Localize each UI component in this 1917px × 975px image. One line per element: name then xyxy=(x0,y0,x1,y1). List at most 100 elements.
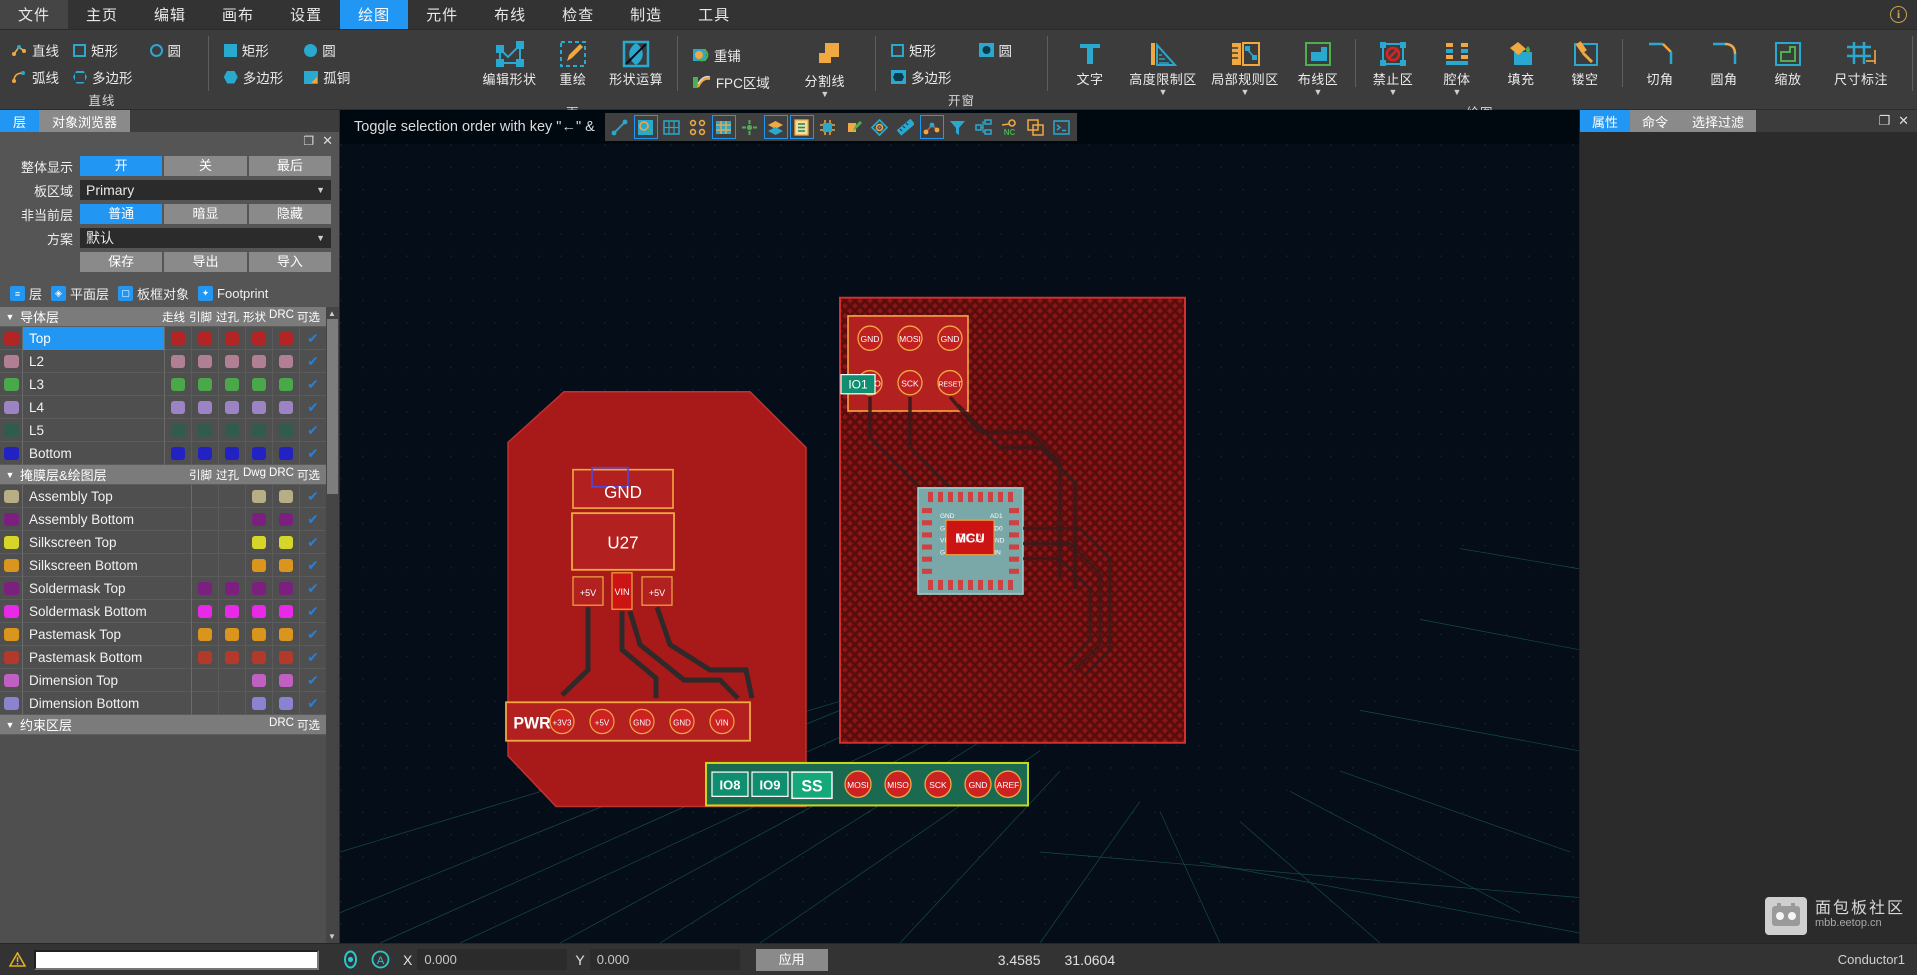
layer-visibility-cell[interactable] xyxy=(219,396,246,419)
layer-visibility-cell[interactable] xyxy=(192,327,219,350)
layer-row[interactable]: Bottom✔ xyxy=(0,442,326,465)
tool-redraw[interactable]: 重绘 xyxy=(542,33,603,105)
grid-icon[interactable] xyxy=(660,115,684,139)
nonactive-dim-button[interactable]: 暗显 xyxy=(164,204,246,224)
layer-color-swatch[interactable] xyxy=(0,355,22,368)
tool-hollow[interactable]: 镂空 xyxy=(1553,33,1617,105)
zoom-select-icon[interactable] xyxy=(634,115,658,139)
layer-selectable-checkbox[interactable]: ✔ xyxy=(300,445,326,462)
panel-close-icon[interactable]: ✕ xyxy=(322,133,333,149)
tool-shape-boolean[interactable]: 形状运算 xyxy=(606,33,667,105)
layer-group-header[interactable]: ▼约束区层DRC可选 xyxy=(0,715,326,735)
layer-tab-board-outline[interactable]: ▢ 板框对象 xyxy=(118,284,195,303)
menu-settings[interactable]: 设置 xyxy=(272,0,340,29)
layer-visibility-cell[interactable] xyxy=(219,442,246,465)
layer-selectable-checkbox[interactable]: ✔ xyxy=(300,376,326,393)
menu-routing[interactable]: 布线 xyxy=(476,0,544,29)
layer-visibility-cell[interactable] xyxy=(273,327,300,350)
tool-fill[interactable]: 填充 xyxy=(1489,33,1553,105)
layer-visibility-cell[interactable] xyxy=(273,669,300,692)
layer-selectable-checkbox[interactable]: ✔ xyxy=(300,557,326,574)
local-rule-caret-icon[interactable]: ▼ xyxy=(1241,88,1250,96)
tool-text[interactable]: 文字 xyxy=(1058,33,1122,105)
layer-color-swatch[interactable] xyxy=(0,628,22,641)
menu-canvas[interactable]: 画布 xyxy=(204,0,272,29)
layer-row[interactable]: Silkscreen Top✔ xyxy=(0,531,326,554)
group-collapse-icon[interactable]: ▼ xyxy=(0,720,20,730)
y-value-field[interactable]: 0.000 xyxy=(590,949,740,970)
layer-selectable-checkbox[interactable]: ✔ xyxy=(300,330,326,347)
tool-fillet[interactable]: 圆角 xyxy=(1692,33,1756,105)
layer-name[interactable]: Silkscreen Top xyxy=(22,531,192,554)
no-connect-icon[interactable]: NC xyxy=(998,115,1022,139)
layer-name[interactable]: L3 xyxy=(22,373,165,396)
layer-color-swatch[interactable] xyxy=(0,582,22,595)
layer-name[interactable]: L2 xyxy=(22,350,165,373)
scrollbar-thumb[interactable] xyxy=(327,319,338,494)
tool-window-circle[interactable]: 圆 xyxy=(974,38,1020,62)
layer-visibility-cell[interactable] xyxy=(219,600,246,623)
layer-visibility-cell[interactable] xyxy=(219,350,246,373)
layer-visibility-cell[interactable] xyxy=(246,531,273,554)
layer-visibility-cell[interactable] xyxy=(192,419,219,442)
layer-color-swatch[interactable] xyxy=(0,697,22,710)
layer-visibility-cell[interactable] xyxy=(192,692,219,715)
layer-visibility-cell[interactable] xyxy=(273,396,300,419)
layer-visibility-cell[interactable] xyxy=(246,485,273,508)
layer-visibility-cell[interactable] xyxy=(165,442,192,465)
split-line-caret-icon[interactable]: ▼ xyxy=(820,90,829,98)
target-icon[interactable] xyxy=(335,950,365,969)
layer-tab-footprint[interactable]: ✦ Footprint xyxy=(198,286,274,301)
layer-visibility-cell[interactable] xyxy=(246,508,273,531)
import-button[interactable]: 导入 xyxy=(249,252,331,272)
layer-visibility-cell[interactable] xyxy=(192,623,219,646)
tool-cavity[interactable]: 腔体 ▼ xyxy=(1425,33,1489,105)
layer-visibility-cell[interactable] xyxy=(219,508,246,531)
pcb-canvas[interactable]: GND U27 +5V VIN +5V xyxy=(340,144,1579,943)
layer-visibility-cell[interactable] xyxy=(246,577,273,600)
layer-visibility-cell[interactable] xyxy=(273,692,300,715)
layer-group-header[interactable]: ▼导体层走线引脚过孔形状DRC可选 xyxy=(0,307,326,327)
layer-group-header[interactable]: ▼掩膜层&绘图层引脚过孔DwgDRC可选 xyxy=(0,465,326,485)
layer-row[interactable]: Soldermask Bottom✔ xyxy=(0,600,326,623)
layer-row[interactable]: Dimension Top✔ xyxy=(0,669,326,692)
layer-visibility-cell[interactable] xyxy=(219,531,246,554)
scroll-up-icon[interactable]: ▲ xyxy=(328,309,336,318)
layer-selectable-checkbox[interactable]: ✔ xyxy=(300,672,326,689)
tool-line[interactable]: 直线 xyxy=(6,38,66,62)
layer-name[interactable]: Dimension Bottom xyxy=(22,692,192,715)
snap-icon[interactable] xyxy=(738,115,762,139)
layer-visibility-cell[interactable] xyxy=(273,577,300,600)
layer-row[interactable]: Soldermask Top✔ xyxy=(0,577,326,600)
tool-polygon-outline[interactable]: 多边形 xyxy=(68,65,140,89)
pcb-drawing[interactable]: GND U27 +5V VIN +5V xyxy=(340,144,1579,943)
layer-visibility-cell[interactable] xyxy=(273,600,300,623)
layer-selectable-checkbox[interactable]: ✔ xyxy=(300,399,326,416)
tool-repour[interactable]: 重铺 xyxy=(688,43,777,67)
tool-arc[interactable]: 弧线 xyxy=(6,65,66,89)
x-value-field[interactable]: 0.000 xyxy=(417,949,567,970)
tool-split-line[interactable]: 分割线 ▼ xyxy=(793,35,857,107)
layer-visibility-cell[interactable] xyxy=(273,508,300,531)
layer-name[interactable]: Soldermask Bottom xyxy=(22,600,192,623)
tool-window-rect[interactable]: 矩形 xyxy=(886,38,959,62)
layer-color-swatch[interactable] xyxy=(0,651,22,664)
tool-route-area[interactable]: 布线区 ▼ xyxy=(1286,33,1350,105)
nonactive-normal-button[interactable]: 普通 xyxy=(80,204,162,224)
layer-tab-plane[interactable]: ◈ 平面层 xyxy=(51,284,115,303)
layer-visibility-cell[interactable] xyxy=(246,442,273,465)
height-limit-caret-icon[interactable]: ▼ xyxy=(1159,88,1168,96)
ruler-icon[interactable] xyxy=(894,115,918,139)
layer-visibility-cell[interactable] xyxy=(192,531,219,554)
layer-visibility-cell[interactable] xyxy=(246,554,273,577)
layer-visibility-cell[interactable] xyxy=(246,350,273,373)
layer-visibility-cell[interactable] xyxy=(273,646,300,669)
layer-selectable-checkbox[interactable]: ✔ xyxy=(300,626,326,643)
layer-row[interactable]: Assembly Bottom✔ xyxy=(0,508,326,531)
layer-selectable-checkbox[interactable]: ✔ xyxy=(300,649,326,666)
layer-visibility-cell[interactable] xyxy=(246,373,273,396)
layer-visibility-cell[interactable] xyxy=(219,554,246,577)
layer-visibility-cell[interactable] xyxy=(219,419,246,442)
save-button[interactable]: 保存 xyxy=(80,252,162,272)
layer-visibility-cell[interactable] xyxy=(219,485,246,508)
